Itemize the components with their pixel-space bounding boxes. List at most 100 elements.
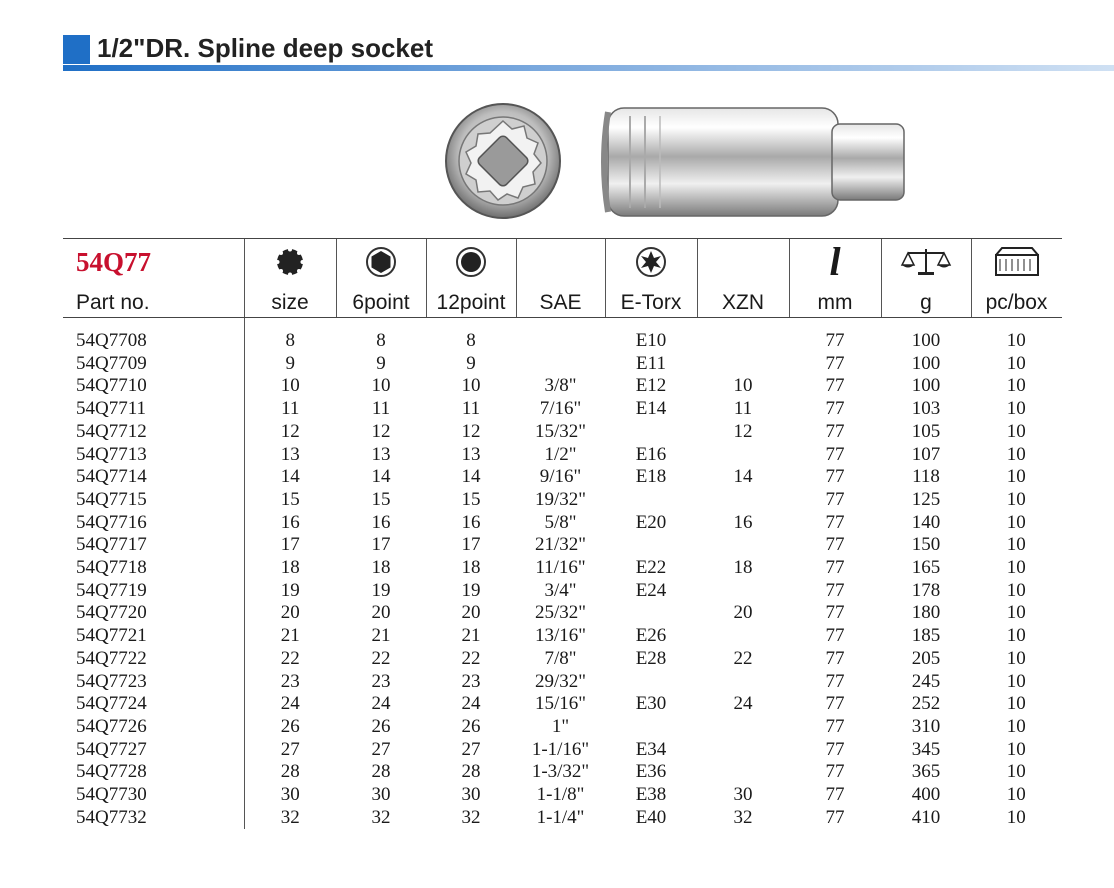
- part-number-cell: 54Q7717: [63, 534, 245, 558]
- 6point-cell: 20: [371, 602, 391, 624]
- length-mm-cell: 77: [825, 420, 845, 442]
- spec-table: 54Q77 l Part no. size 6point 12point SAE…: [63, 238, 1062, 830]
- 12point-cell: 26: [461, 715, 481, 737]
- weight-g-cell: 252: [911, 693, 941, 715]
- part-number-cell: 54Q7714: [63, 466, 245, 489]
- table-row: 54Q7714 14 14 14 9/16" E18 14 77 118 10: [63, 466, 1062, 489]
- 12point-cell: 22: [461, 647, 481, 669]
- etorx-cell: [605, 534, 697, 557]
- size-cell: 12: [280, 420, 300, 442]
- 12point-cell: 15: [461, 488, 481, 510]
- 6point-cell: 21: [371, 625, 391, 647]
- pc-per-box-cell: 10: [1006, 420, 1026, 442]
- page-title: 1/2"DR. Spline deep socket: [97, 33, 433, 63]
- size-cell: 26: [280, 715, 300, 737]
- sae-cell: 3/8": [544, 375, 577, 397]
- part-number-cell: 54Q7711: [63, 398, 245, 421]
- part-number-cell: 54Q7732: [63, 806, 245, 830]
- etorx-cell: E38: [635, 784, 667, 806]
- 12point-icon: [425, 238, 516, 285]
- 6point-cell: 26: [371, 715, 391, 737]
- pc-per-box-cell: 10: [1006, 647, 1026, 669]
- xzn-cell: 20: [733, 602, 753, 624]
- weight-g-cell: 100: [911, 352, 941, 374]
- length-mm-cell: 77: [825, 670, 845, 692]
- xzn-cell: [697, 444, 789, 467]
- sae-cell: 21/32": [534, 534, 587, 556]
- title-bar: 1/2"DR. Spline deep socket: [63, 31, 1114, 73]
- pc-per-box-cell: 10: [1006, 534, 1026, 556]
- sae-cell: 1-3/32": [531, 761, 590, 783]
- 12point-cell: 20: [461, 602, 481, 624]
- etorx-cell: E22: [635, 557, 667, 579]
- 12point-cell: 9: [466, 352, 476, 374]
- weight-g-cell: 345: [911, 738, 941, 760]
- pc-per-box-cell: 10: [1006, 443, 1026, 465]
- etorx-cell: [605, 489, 697, 512]
- weight-g-cell: 180: [911, 602, 941, 624]
- 6point-cell: 30: [371, 784, 391, 806]
- socket-face-view: [445, 103, 561, 219]
- table-row: 54Q7720 20 20 20 25/32" 20 77 180 10: [63, 602, 1062, 626]
- 12point-cell: 28: [461, 761, 481, 783]
- table-row: 54Q7715 15 15 15 19/32" 77 125 10: [63, 488, 1062, 512]
- length-glyph: l: [829, 239, 841, 284]
- size-cell: 19: [280, 579, 300, 601]
- length-icon: l: [788, 238, 881, 285]
- weight-g-cell: 410: [911, 806, 941, 828]
- size-cell: 27: [280, 738, 300, 760]
- table-row: 54Q7713 13 13 13 1/2" E16 77 107 10: [63, 443, 1062, 467]
- size-cell: 28: [280, 761, 300, 783]
- part-number-cell: 54Q7713: [63, 443, 245, 467]
- weight-g-cell: 100: [911, 330, 941, 351]
- part-number-cell: 54Q7710: [63, 375, 245, 399]
- sae-cell: 5/8": [544, 511, 577, 533]
- table-row: 54Q7732 32 32 32 1-1/4" E40 32 77 410 10: [63, 806, 1062, 830]
- pc-per-box-cell: 10: [1006, 670, 1026, 692]
- etorx-cell: E11: [636, 352, 666, 374]
- pc-per-box-cell: 10: [1006, 693, 1026, 715]
- 12point-cell: 23: [461, 670, 481, 692]
- length-mm-cell: 77: [825, 602, 845, 624]
- 12point-cell: 18: [461, 557, 481, 579]
- xzn-cell: [697, 716, 789, 739]
- header-12point: 12point: [425, 285, 516, 318]
- weight-g-cell: 150: [911, 534, 941, 556]
- table-row: 54Q7728 28 28 28 1-3/32" E36 77 365 10: [63, 761, 1062, 785]
- 12point-cell: 24: [461, 693, 481, 715]
- 6point-cell: 8: [376, 330, 386, 351]
- table-row: 54Q7721 21 21 21 13/16" E26 77 185 10: [63, 625, 1062, 648]
- part-number-cell: 54Q7722: [63, 647, 245, 671]
- length-mm-cell: 77: [825, 511, 845, 533]
- 12point-cell: 12: [461, 420, 481, 442]
- etorx-cell: E12: [635, 375, 667, 397]
- sae-cell: [516, 318, 605, 353]
- 6point-cell: 24: [371, 693, 391, 715]
- table-row: 54Q7726 26 26 26 1" 77 310 10: [63, 715, 1062, 739]
- title-accent-square: [63, 35, 90, 64]
- e-torx-icon: [604, 238, 697, 285]
- sae-cell: 7/16": [539, 398, 582, 420]
- sae-cell: 29/32": [534, 670, 587, 692]
- sae-cell: 1/2": [544, 443, 577, 465]
- pc-per-box-cell: 10: [1006, 602, 1026, 624]
- spec-table-body: 54Q7708 8 8 8 E10 77 100 10 54Q7709 9 9 9 E11 77 100 10…: [63, 317, 1062, 830]
- weight-g-cell: 178: [911, 579, 941, 601]
- sae-cell: 11/16": [535, 557, 586, 579]
- sae-cell: 3/4": [544, 579, 577, 601]
- scale-icon: [880, 238, 971, 285]
- pc-per-box-cell: 10: [1006, 579, 1026, 601]
- table-row: 54Q7709 9 9 9 E11 77 100 10: [63, 352, 1062, 376]
- size-cell: 11: [281, 398, 300, 420]
- sae-cell: 7/8": [544, 647, 577, 669]
- size-cell: 24: [280, 693, 300, 715]
- 6point-cell: 11: [371, 398, 391, 420]
- hex-6point-icon: [335, 238, 426, 285]
- etorx-cell: E30: [635, 693, 667, 715]
- table-row: 54Q7717 17 17 17 21/32" 77 150 10: [63, 534, 1062, 558]
- 6point-cell: 28: [371, 761, 391, 783]
- size-cell: 21: [280, 625, 300, 647]
- size-cell: 13: [280, 443, 300, 465]
- part-number-cell: 54Q7724: [63, 693, 245, 716]
- length-mm-cell: 77: [825, 579, 845, 601]
